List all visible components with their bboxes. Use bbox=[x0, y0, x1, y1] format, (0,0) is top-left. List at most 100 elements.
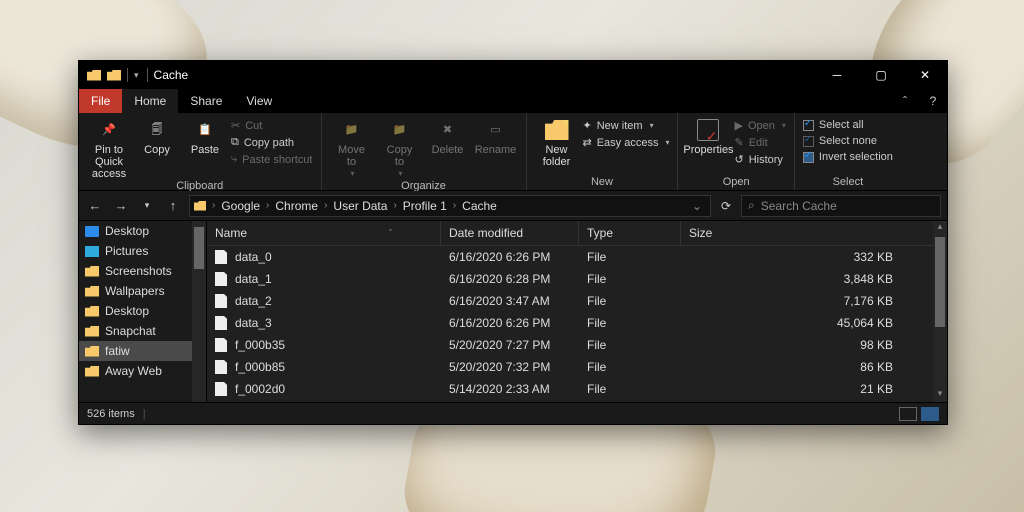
tab-share[interactable]: Share bbox=[178, 89, 234, 113]
back-button[interactable]: ← bbox=[85, 198, 105, 213]
new-folder-icon bbox=[544, 118, 570, 142]
sidebar-item[interactable]: fatiw⚲ bbox=[79, 341, 206, 361]
properties-button[interactable]: Properties bbox=[684, 115, 732, 156]
invert-selection-icon bbox=[803, 152, 814, 163]
sidebar-item[interactable]: Wallpapers⚲ bbox=[79, 281, 206, 301]
ribbon-group-select: Select all Select none Invert selection … bbox=[795, 113, 901, 190]
edit-button[interactable]: ✎Edit bbox=[732, 135, 787, 150]
delete-button[interactable]: ✖Delete bbox=[424, 115, 472, 156]
tab-view[interactable]: View bbox=[234, 89, 284, 113]
tab-home[interactable]: Home bbox=[122, 89, 178, 113]
file-modified: 6/16/2020 6:26 PM bbox=[441, 248, 579, 266]
select-all-button[interactable]: Select all bbox=[801, 118, 895, 132]
copy-to-button[interactable]: 📁Copy to▾ bbox=[376, 115, 424, 180]
new-item-button[interactable]: ✦New item▾ bbox=[581, 118, 672, 133]
copy-button[interactable]: 🗐 Copy bbox=[133, 115, 181, 156]
file-modified: 6/16/2020 6:26 PM bbox=[441, 314, 579, 332]
file-row[interactable]: data_26/16/2020 3:47 AMFile7,176 KB bbox=[207, 290, 947, 312]
qat-folder-icon[interactable] bbox=[107, 70, 121, 81]
breadcrumb-item[interactable]: Chrome bbox=[275, 199, 318, 213]
select-none-icon bbox=[803, 136, 814, 147]
pin-label: Pin to Quick access bbox=[85, 144, 133, 180]
breadcrumb[interactable]: › Google› Chrome› User Data› Profile 1› … bbox=[189, 195, 711, 217]
chevron-down-icon: ▾ bbox=[782, 121, 786, 130]
file-row[interactable]: f_0002d05/14/2020 2:33 AMFile21 KB bbox=[207, 378, 947, 400]
recent-dropdown[interactable]: ▾ bbox=[137, 200, 157, 211]
column-header-name[interactable]: Nameˆ bbox=[207, 221, 441, 245]
folder-icon bbox=[85, 326, 99, 337]
file-row[interactable]: data_06/16/2020 6:26 PMFile332 KB bbox=[207, 246, 947, 268]
easy-access-button[interactable]: ⇄Easy access▾ bbox=[581, 135, 672, 150]
cut-button[interactable]: ✂Cut bbox=[229, 118, 315, 133]
breadcrumb-item[interactable]: Cache bbox=[462, 199, 497, 213]
sidebar-scrollbar[interactable] bbox=[192, 221, 206, 402]
column-header-type[interactable]: Type bbox=[579, 221, 681, 245]
sidebar-item-label: Desktop bbox=[105, 304, 149, 318]
file-icon bbox=[215, 360, 227, 374]
sidebar-item[interactable]: Away Web⚲ bbox=[79, 361, 206, 381]
up-button[interactable]: ↑ bbox=[163, 198, 183, 213]
titlebar[interactable]: ▾ Cache ─ ▢ ✕ bbox=[79, 61, 947, 89]
rename-button[interactable]: ▭Rename bbox=[472, 115, 520, 156]
folder-icon bbox=[87, 70, 101, 81]
paste-shortcut-button[interactable]: ⤷Paste shortcut bbox=[229, 152, 315, 167]
file-name: data_2 bbox=[235, 294, 272, 308]
scroll-down-button[interactable]: ▾ bbox=[933, 388, 947, 402]
refresh-button[interactable]: ⟳ bbox=[717, 199, 735, 213]
sidebar-item[interactable]: Desktop⚲ bbox=[79, 221, 206, 241]
chevron-down-icon: ▾ bbox=[650, 121, 654, 130]
maximize-button[interactable]: ▢ bbox=[859, 61, 903, 89]
search-box[interactable]: ⌕ Search Cache bbox=[741, 195, 941, 217]
open-button[interactable]: ▶Open▾ bbox=[732, 118, 787, 133]
sidebar-item[interactable]: Desktop⚲ bbox=[79, 301, 206, 321]
minimize-button[interactable]: ─ bbox=[815, 61, 859, 89]
tab-file[interactable]: File bbox=[79, 89, 122, 113]
new-folder-button[interactable]: New folder bbox=[533, 115, 581, 168]
column-header-size[interactable]: Size bbox=[681, 221, 947, 245]
close-button[interactable]: ✕ bbox=[903, 61, 947, 89]
column-header-modified[interactable]: Date modified bbox=[441, 221, 579, 245]
file-scrollbar[interactable]: ▴ ▾ bbox=[933, 221, 947, 402]
file-row[interactable]: f_000b855/20/2020 7:32 PMFile86 KB bbox=[207, 356, 947, 378]
scrollbar-thumb[interactable] bbox=[194, 227, 204, 269]
pin-quick-access-button[interactable]: 📌 Pin to Quick access bbox=[85, 115, 133, 180]
file-type: File bbox=[579, 380, 681, 398]
file-row[interactable]: data_16/16/2020 6:28 PMFile3,848 KB bbox=[207, 268, 947, 290]
collapse-ribbon-button[interactable]: ˆ bbox=[891, 89, 919, 113]
forward-button[interactable]: → bbox=[111, 198, 131, 213]
file-row[interactable]: data_36/16/2020 6:26 PMFile45,064 KB bbox=[207, 312, 947, 334]
move-icon: 📁 bbox=[339, 118, 365, 142]
qat-dropdown-icon[interactable]: ▾ bbox=[134, 70, 139, 81]
navigation-pane: Desktop⚲Pictures⚲Screenshots⚲Wallpapers⚲… bbox=[79, 221, 207, 402]
file-list: Nameˆ Date modified Type Size data_06/16… bbox=[207, 221, 947, 402]
sidebar-item[interactable]: Snapchat⚲ bbox=[79, 321, 206, 341]
sidebar-item[interactable]: Screenshots⚲ bbox=[79, 261, 206, 281]
scroll-up-button[interactable]: ▴ bbox=[933, 221, 947, 235]
breadcrumb-item[interactable]: User Data bbox=[333, 199, 387, 213]
file-size: 86 KB bbox=[681, 358, 947, 376]
file-icon bbox=[215, 382, 227, 396]
breadcrumb-item[interactable]: Google bbox=[221, 199, 260, 213]
scrollbar-thumb[interactable] bbox=[935, 237, 945, 327]
copy-path-button[interactable]: ⧉Copy path bbox=[229, 135, 315, 150]
address-dropdown[interactable]: ⌄ bbox=[688, 199, 706, 213]
chevron-right-icon: › bbox=[321, 200, 330, 211]
file-size: 332 KB bbox=[681, 248, 947, 266]
file-type: File bbox=[579, 314, 681, 332]
invert-selection-button[interactable]: Invert selection bbox=[801, 150, 895, 164]
file-row[interactable]: f_000b355/20/2020 7:27 PMFile98 KB bbox=[207, 334, 947, 356]
folder-icon bbox=[85, 306, 99, 317]
breadcrumb-item[interactable]: Profile 1 bbox=[403, 199, 447, 213]
thumbnails-view-button[interactable] bbox=[921, 407, 939, 421]
move-to-button[interactable]: 📁Move to▾ bbox=[328, 115, 376, 180]
paste-button[interactable]: 📋 Paste bbox=[181, 115, 229, 156]
help-icon[interactable]: ? bbox=[919, 89, 947, 113]
sidebar-item-label: Snapchat bbox=[105, 324, 156, 338]
edit-icon: ✎ bbox=[734, 136, 743, 149]
sidebar-item[interactable]: Pictures⚲ bbox=[79, 241, 206, 261]
details-view-button[interactable] bbox=[899, 407, 917, 421]
select-none-button[interactable]: Select none bbox=[801, 134, 895, 148]
file-modified: 5/14/2020 2:33 AM bbox=[441, 380, 579, 398]
folder-icon bbox=[85, 266, 99, 277]
history-button[interactable]: ↺History bbox=[732, 152, 787, 167]
